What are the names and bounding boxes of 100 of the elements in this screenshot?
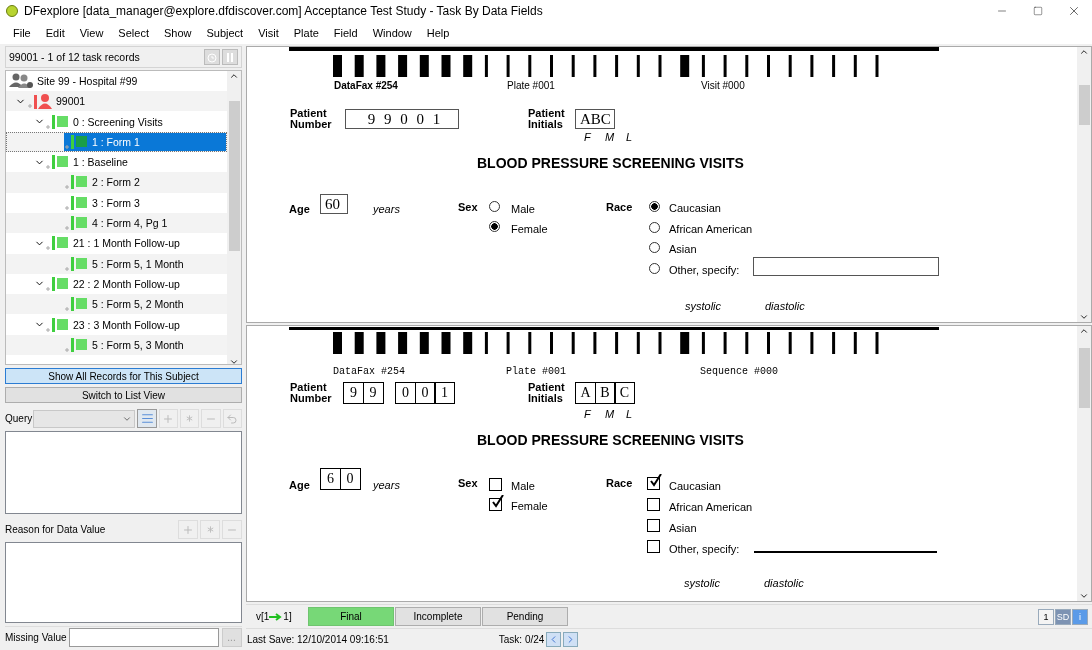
record-status-icon — [64, 336, 90, 353]
initials-field[interactable]: ABC — [575, 109, 615, 129]
tree-item[interactable]: 1 : Baseline — [45, 153, 226, 172]
menu-item[interactable]: Subject — [199, 27, 252, 39]
tree-item[interactable]: Site 99 - Hospital #99 — [9, 71, 226, 91]
scrollbar-thumb[interactable] — [1078, 85, 1090, 125]
scrollbar[interactable] — [1077, 326, 1091, 601]
menu-item[interactable]: Plate — [286, 27, 327, 39]
tree-item[interactable]: 1 : Form 1 — [64, 132, 226, 151]
undo-icon[interactable] — [222, 409, 243, 429]
option-label: Asian — [669, 243, 697, 255]
record-status-icon — [45, 113, 71, 130]
record-status-icon — [64, 174, 90, 191]
tree-label: 21 : 1 Month Follow-up — [72, 236, 181, 252]
asterisk-icon[interactable] — [180, 409, 200, 429]
tree-item[interactable]: 0 : Screening Visits — [45, 112, 226, 131]
option-label: Asian — [669, 522, 697, 534]
digit-box: 0 — [339, 468, 361, 490]
radio-button[interactable] — [649, 201, 660, 212]
page-button[interactable]: 1 — [1038, 608, 1054, 625]
other-specify-field[interactable] — [753, 257, 939, 276]
version-text: v[1 — [256, 611, 270, 622]
record-status-icon — [45, 235, 71, 252]
form-title: BLOOD PRESSURE SCREENING VISITS — [477, 155, 744, 171]
clock-icon[interactable] — [204, 48, 220, 65]
tree-item[interactable]: 3 : Form 3 — [64, 193, 226, 212]
tree-label: 5 : Form 5, 1 Month — [91, 256, 185, 272]
menu-item[interactable]: Field — [326, 27, 366, 39]
digit-box: 9 — [343, 382, 364, 404]
bp-label: systolic — [684, 577, 721, 589]
status-button[interactable]: Incomplete — [395, 607, 481, 626]
menu-item[interactable]: Edit — [38, 27, 73, 39]
record-status-icon — [64, 296, 90, 313]
tree-label: 1 : Baseline — [72, 155, 129, 171]
query-dropdown[interactable] — [33, 409, 136, 428]
status-button[interactable]: Final — [308, 607, 394, 626]
tree-label: 99001 — [55, 94, 87, 110]
status-button[interactable]: Pending — [482, 607, 568, 626]
missing-value-field[interactable] — [68, 628, 219, 648]
scrollbar[interactable] — [227, 70, 241, 365]
menu-item[interactable]: View — [72, 27, 112, 39]
option-label: Female — [511, 500, 548, 512]
reason-text-area[interactable] — [5, 541, 242, 624]
menu-item[interactable]: Select — [111, 27, 157, 39]
scroll-down-icon[interactable] — [1079, 591, 1089, 601]
show-all-records-button[interactable]: Show All Records for This Subject — [5, 368, 242, 385]
initial-box: B — [594, 382, 616, 404]
barcode-label: DataFax #254 — [333, 366, 405, 377]
initial-hint: M — [605, 131, 615, 143]
scroll-up-icon[interactable] — [1079, 47, 1089, 57]
group-users-icon — [9, 72, 35, 89]
tree-item[interactable]: 22 : 2 Month Follow-up — [45, 274, 226, 294]
unit-label: years — [373, 479, 400, 491]
option-label: Caucasian — [669, 480, 721, 492]
field-label: Patient Initials — [528, 108, 566, 130]
menu-item[interactable]: Window — [365, 27, 420, 39]
option-label: African American — [669, 501, 753, 513]
scrollbar-thumb[interactable] — [228, 100, 240, 251]
tree-label: 23 : 3 Month Follow-up — [72, 317, 181, 333]
pause-icon[interactable] — [222, 48, 238, 65]
missing-value-label: Missing Value — [5, 632, 67, 644]
last-save-text: Last Save: 12/10/2014 09:16:51 — [247, 634, 389, 645]
previous-button[interactable] — [546, 632, 562, 647]
patient-number-field[interactable]: 9 9 0 0 1 — [345, 109, 459, 129]
tree-label: 5 : Form 5, 2 Month — [91, 297, 185, 313]
asterisk-icon[interactable] — [200, 520, 220, 540]
scrollbar[interactable] — [1077, 47, 1091, 322]
radio-button[interactable] — [489, 221, 500, 232]
field-label: Age — [289, 203, 310, 215]
query-text-area[interactable] — [5, 430, 242, 515]
scroll-up-icon[interactable] — [1079, 326, 1089, 336]
scroll-down-icon[interactable] — [1079, 312, 1089, 322]
tree-item[interactable]: 21 : 1 Month Follow-up — [45, 234, 226, 253]
digit-box: 0 — [395, 382, 416, 404]
field-label: Race — [606, 201, 633, 213]
digit-box: 6 — [320, 468, 341, 490]
radio-button[interactable] — [649, 262, 660, 274]
radio-button[interactable] — [649, 221, 660, 233]
switch-view-button[interactable]: Switch to List View — [5, 387, 242, 403]
age-field[interactable]: 60 — [320, 194, 348, 214]
barcode-label: Sequence #000 — [700, 366, 778, 377]
option-label: Caucasian — [669, 202, 721, 214]
version-text: 1] — [283, 611, 292, 622]
field-label: Race — [606, 477, 633, 489]
menu-item[interactable]: File — [6, 27, 39, 39]
app-icon — [6, 5, 18, 17]
menu-item[interactable]: Visit — [251, 27, 287, 39]
list-icon[interactable] — [137, 409, 157, 429]
next-button[interactable] — [563, 632, 579, 647]
initial-hint: F — [584, 131, 591, 143]
initial-hint: F — [584, 408, 591, 420]
digit-box: 1 — [434, 382, 455, 404]
scrollbar-thumb[interactable] — [1078, 348, 1090, 408]
arrow-icon — [269, 612, 284, 621]
menu-item[interactable]: Help — [419, 27, 458, 39]
radio-button[interactable] — [649, 242, 660, 253]
radio-button[interactable] — [489, 201, 500, 212]
tree-item[interactable]: 23 : 3 Month Follow-up — [45, 315, 226, 334]
barcode-label: DataFax #254 — [334, 80, 398, 91]
menu-item[interactable]: Show — [156, 27, 200, 39]
